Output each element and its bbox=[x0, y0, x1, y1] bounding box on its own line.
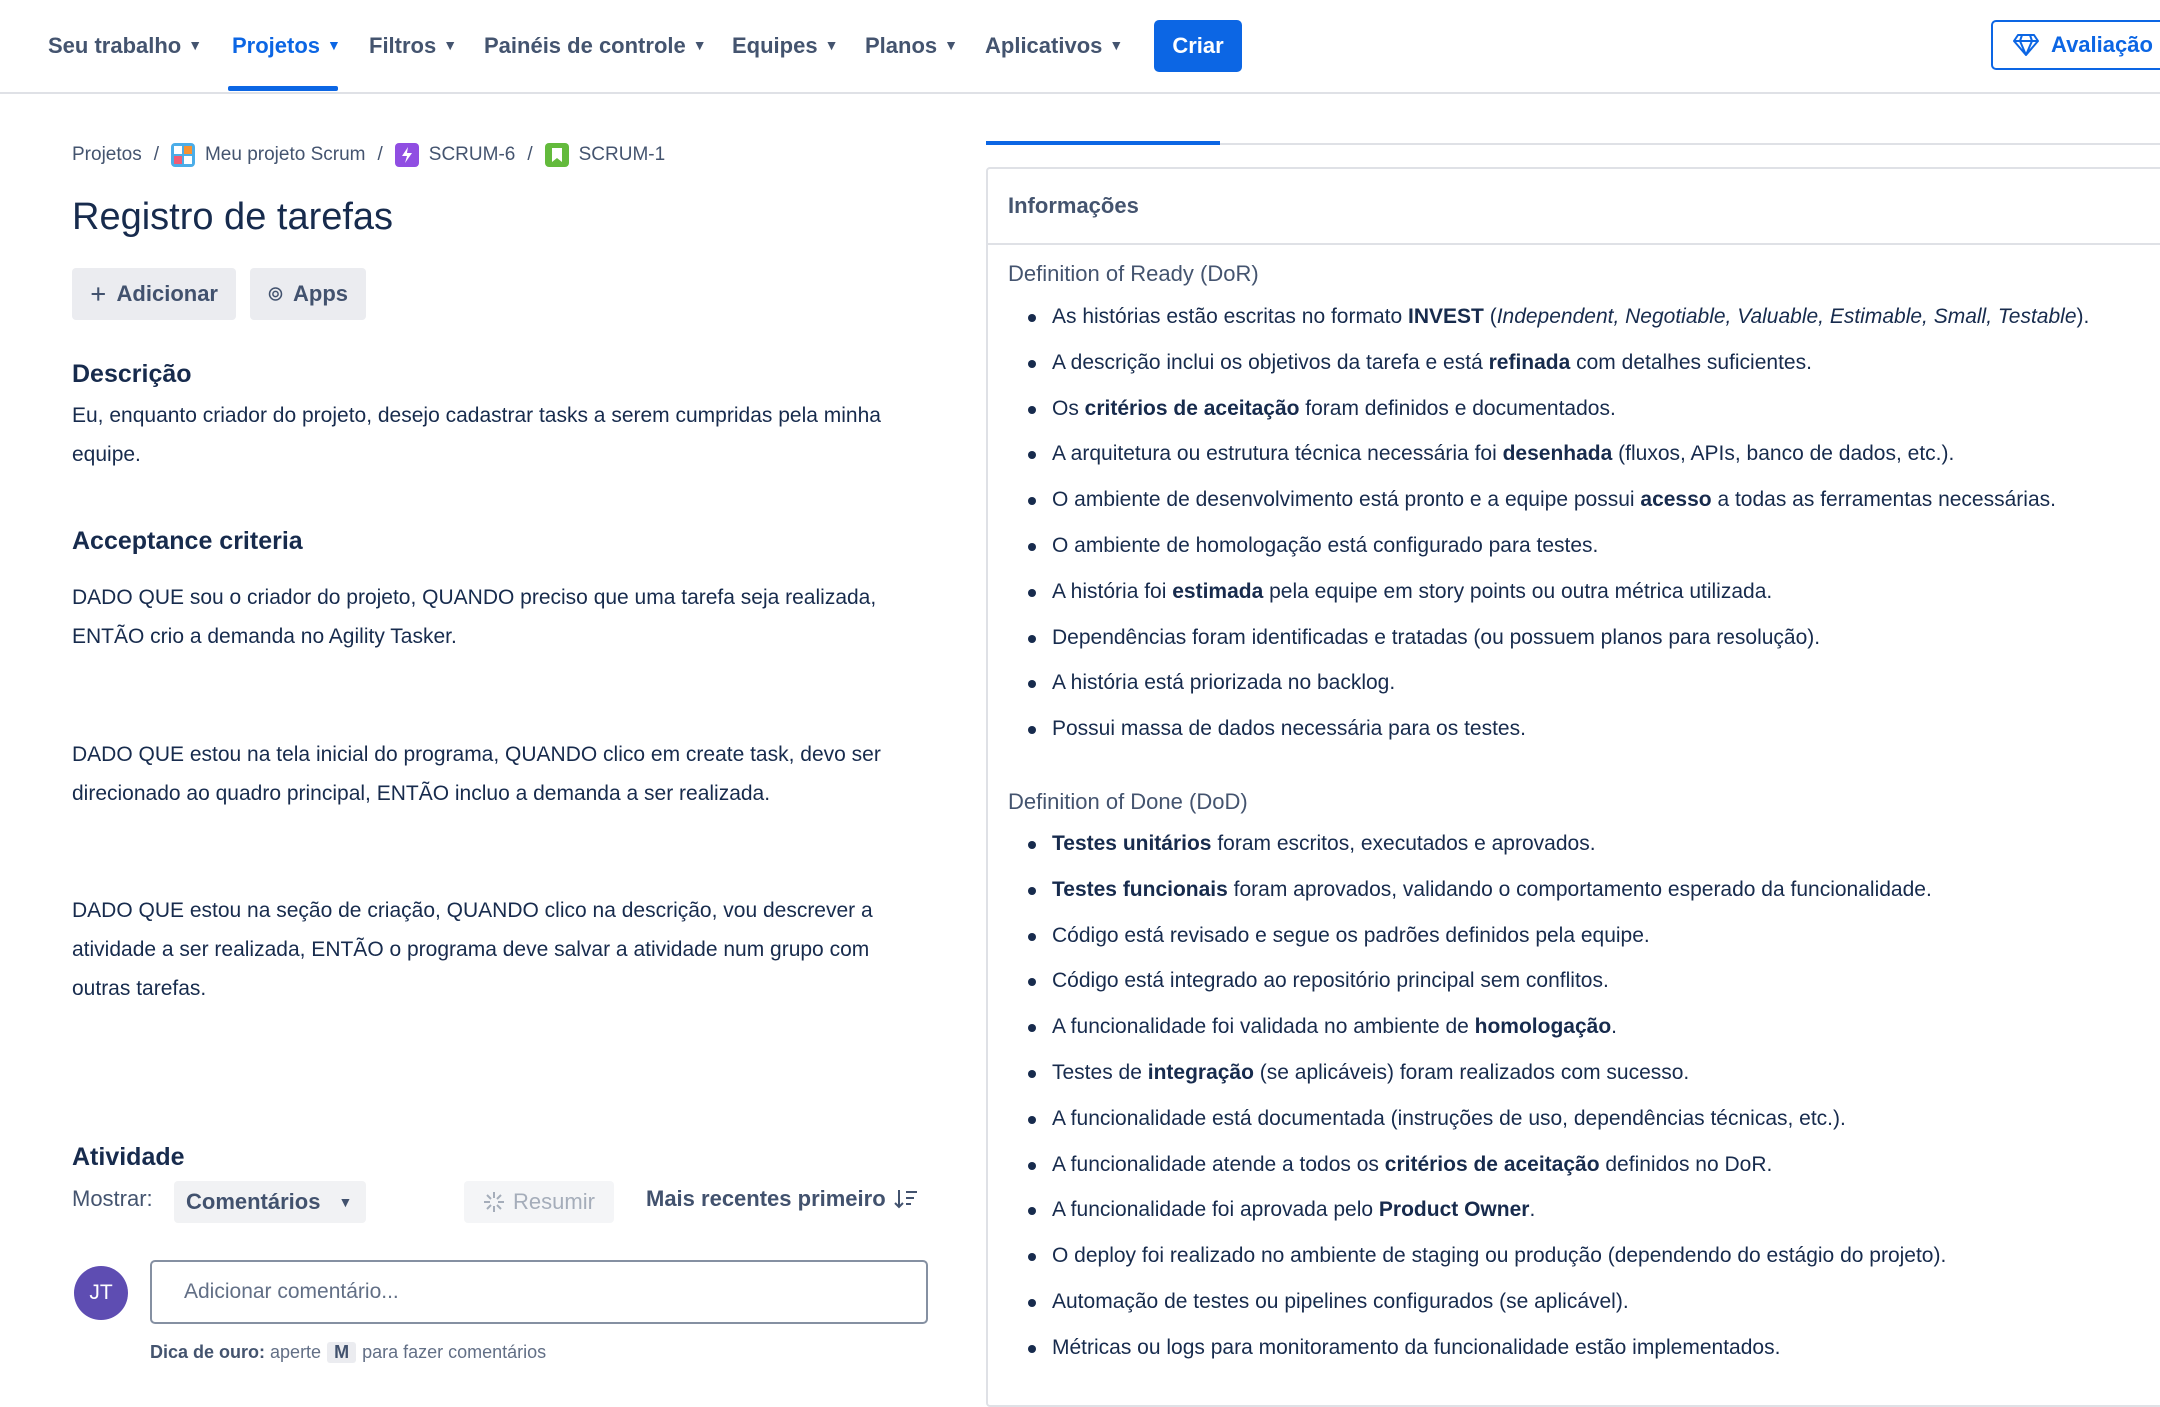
dor-item: A arquitetura ou estrutura técnica neces… bbox=[1026, 431, 2089, 477]
dod-list: Testes unitários foram escritos, executa… bbox=[1026, 821, 1946, 1371]
dod-item: Automação de testes ou pipelines configu… bbox=[1026, 1279, 1946, 1325]
chevron-down-icon: ▼ bbox=[443, 37, 458, 53]
nav-label: Projetos bbox=[232, 33, 321, 58]
add-button[interactable]: Adicionar bbox=[72, 268, 236, 320]
nav-projetos[interactable]: Projetos ▼ bbox=[232, 0, 341, 92]
breadcrumb-separator: / bbox=[527, 144, 533, 165]
summarize-button[interactable]: Resumir bbox=[464, 1181, 614, 1223]
avatar[interactable]: JT bbox=[74, 1266, 128, 1320]
breadcrumb: Projetos / Meu projeto Scrum / SCRUM-6 /… bbox=[72, 140, 665, 170]
tip-text: aperte bbox=[270, 1342, 322, 1362]
sort-icon bbox=[893, 1190, 917, 1209]
dor-item: Os critérios de aceitação foram definido… bbox=[1026, 386, 2089, 432]
dod-item: A funcionalidade foi aprovada pelo Produ… bbox=[1026, 1187, 1946, 1233]
sort-label: Mais recentes primeiro bbox=[646, 1186, 886, 1211]
dor-item: A história foi estimada pela equipe em s… bbox=[1026, 569, 2089, 615]
nav-active-indicator bbox=[228, 86, 338, 91]
tip-bold: Dica de ouro: bbox=[150, 1342, 266, 1362]
chevron-down-icon: ▼ bbox=[824, 37, 839, 53]
dod-item: Código está integrado ao repositório pri… bbox=[1026, 958, 1946, 1004]
summarize-label: Resumir bbox=[513, 1189, 595, 1214]
nav-label: Equipes bbox=[732, 33, 818, 58]
criterion-1[interactable]: DADO QUE sou o criador do projeto, QUAND… bbox=[72, 578, 912, 656]
dor-item: A história está priorizada no backlog. bbox=[1026, 660, 2089, 706]
chevron-down-icon: ▼ bbox=[944, 37, 958, 53]
dod-title: Definition of Done (DoD) bbox=[1008, 789, 1248, 814]
gem-icon bbox=[2013, 34, 2039, 56]
comment-input[interactable]: Adicionar comentário... bbox=[150, 1260, 928, 1324]
dod-item: Código está revisado e segue os padrões … bbox=[1026, 913, 1946, 959]
apps-icon bbox=[268, 287, 283, 301]
chevron-down-icon: ▼ bbox=[692, 37, 707, 53]
top-navigation: Seu trabalho ▼ Projetos ▼ Filtros ▼ Painéis… bbox=[0, 0, 2160, 94]
story-icon bbox=[544, 143, 569, 167]
dod-item: Testes unitários foram escritos, executa… bbox=[1026, 821, 1946, 867]
chevron-down-icon: ▼ bbox=[338, 1194, 353, 1210]
panel-tab-active[interactable] bbox=[986, 141, 1220, 145]
info-panel: Informações Definition of Ready (DoR) As… bbox=[986, 167, 2160, 1407]
plus-icon bbox=[91, 287, 105, 301]
criterion-2[interactable]: DADO QUE estou na tela inicial do progra… bbox=[72, 735, 912, 813]
description-text[interactable]: Eu, enquanto criador do projeto, desejo … bbox=[72, 396, 912, 474]
comment-tip: Dica de ouro: aperte Mpara fazer comentár… bbox=[150, 1342, 546, 1363]
activity-heading: Atividade bbox=[72, 1143, 185, 1171]
nav-label: Filtros bbox=[369, 33, 437, 58]
nav-equipes[interactable]: Equipes ▼ bbox=[732, 0, 838, 92]
show-label: Mostrar: bbox=[72, 1186, 153, 1211]
chevron-down-icon: ▼ bbox=[327, 37, 341, 53]
info-panel-header[interactable]: Informações bbox=[988, 169, 2160, 245]
issue-title[interactable]: Registro de tarefas bbox=[72, 196, 393, 239]
dor-item: As histórias estão escritas no formato I… bbox=[1026, 294, 2089, 340]
nav-label: Aplicativos bbox=[985, 33, 1103, 58]
breadcrumb-separator: / bbox=[153, 144, 159, 165]
activity-filter-select[interactable]: Comentários ▼ bbox=[174, 1181, 366, 1223]
dod-item: Testes de integração (se aplicáveis) for… bbox=[1026, 1050, 1946, 1096]
chevron-down-icon: ▼ bbox=[1109, 37, 1124, 53]
dor-title: Definition of Ready (DoR) bbox=[1008, 261, 1259, 286]
chevron-down-icon: ▼ bbox=[188, 37, 203, 53]
dod-item: Testes funcionais foram aprovados, valid… bbox=[1026, 867, 1946, 913]
dor-item: O ambiente de homologação está configura… bbox=[1026, 523, 2089, 569]
breadcrumb-epic[interactable]: SCRUM-6 bbox=[429, 144, 516, 166]
tip-text: para fazer comentários bbox=[362, 1342, 547, 1362]
dod-item: Métricas ou logs para monitoramento da f… bbox=[1026, 1325, 1946, 1371]
dor-item: O ambiente de desenvolvimento está pront… bbox=[1026, 477, 2089, 523]
criterion-3[interactable]: DADO QUE estou na seção de criação, QUAN… bbox=[72, 891, 912, 1008]
dod-item: O deploy foi realizado no ambiente de st… bbox=[1026, 1233, 1946, 1279]
sparkle-icon bbox=[484, 1192, 505, 1212]
sort-button[interactable]: Mais recentes primeiro bbox=[646, 1186, 918, 1212]
trial-label: Avaliação bbox=[2051, 32, 2153, 57]
nav-planos[interactable]: Planos ▼ bbox=[865, 0, 958, 92]
nav-label: Seu trabalho bbox=[48, 33, 182, 58]
description-heading: Descrição bbox=[72, 360, 192, 388]
dod-item: A funcionalidade foi validada no ambient… bbox=[1026, 1004, 1946, 1050]
shortcut-key: M bbox=[327, 1342, 357, 1363]
create-button[interactable]: Criar bbox=[1154, 20, 1242, 72]
breadcrumb-projects[interactable]: Projetos bbox=[72, 144, 142, 166]
epic-icon bbox=[394, 143, 419, 167]
nav-label: Painéis de controle bbox=[484, 33, 686, 58]
nav-paineis[interactable]: Painéis de controle ▼ bbox=[484, 0, 707, 92]
nav-label: Planos bbox=[865, 33, 938, 58]
dor-item: Possui massa de dados necessária para os… bbox=[1026, 706, 2089, 752]
breadcrumb-project[interactable]: Meu projeto Scrum bbox=[205, 144, 366, 166]
apps-button[interactable]: Apps bbox=[250, 268, 366, 320]
apps-label: Apps bbox=[293, 281, 348, 306]
acceptance-heading: Acceptance criteria bbox=[72, 527, 303, 555]
dod-item: A funcionalidade atende a todos os crité… bbox=[1026, 1142, 1946, 1188]
nav-seu-trabalho[interactable]: Seu trabalho ▼ bbox=[48, 0, 202, 92]
breadcrumb-separator: / bbox=[377, 144, 383, 165]
nav-filtros[interactable]: Filtros ▼ bbox=[369, 0, 457, 92]
add-label: Adicionar bbox=[116, 281, 218, 306]
dor-item: Dependências foram identificadas e trata… bbox=[1026, 615, 2089, 661]
trial-button[interactable]: Avaliação bbox=[1991, 20, 2160, 70]
breadcrumb-story[interactable]: SCRUM-1 bbox=[579, 144, 666, 166]
project-avatar-icon bbox=[170, 143, 195, 167]
dor-item: A descrição inclui os objetivos da taref… bbox=[1026, 340, 2089, 386]
nav-aplicativos[interactable]: Aplicativos ▼ bbox=[985, 0, 1123, 92]
dor-list: As histórias estão escritas no formato I… bbox=[1026, 294, 2089, 752]
dod-item: A funcionalidade está documentada (instr… bbox=[1026, 1096, 1946, 1142]
activity-filter-value: Comentários bbox=[186, 1189, 321, 1214]
